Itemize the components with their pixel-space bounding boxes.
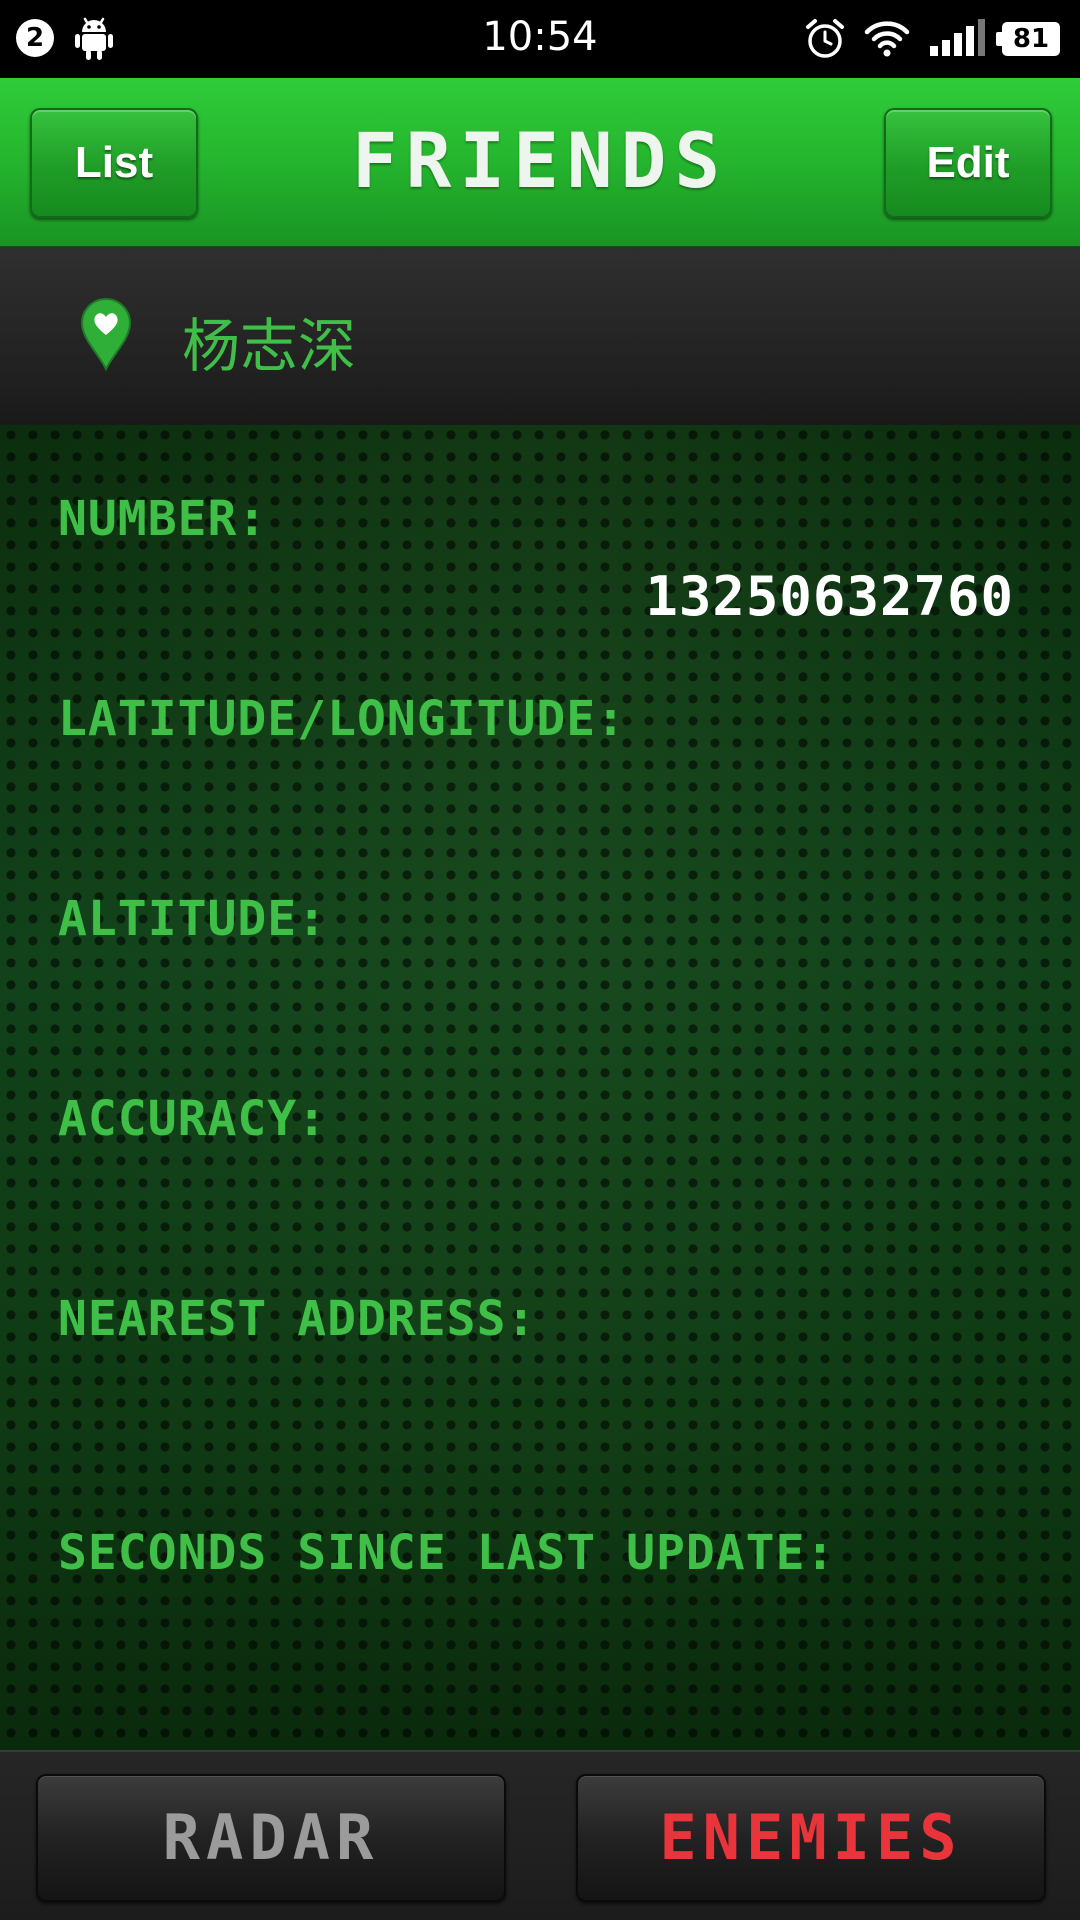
list-button[interactable]: List: [30, 108, 198, 218]
alarm-icon: [806, 19, 844, 58]
edit-button[interactable]: Edit: [884, 108, 1052, 218]
latitude-longitude-label: LATITUDE/LONGITUDE:: [58, 691, 627, 747]
bottom-nav-bar: RADAR ENEMIES: [0, 1750, 1080, 1920]
contact-row: 杨志深: [0, 247, 1080, 425]
status-clock: 10:54: [482, 14, 598, 60]
friend-detail-screen: 2 10:54 81 List FRIENDS Edit 杨志深 NUMBER:…: [0, 0, 1080, 1920]
signal-icon: [930, 19, 985, 56]
battery-level: 81: [1012, 24, 1050, 54]
altitude-label: ALTITUDE:: [58, 891, 328, 947]
contact-name: 杨志深: [182, 312, 357, 380]
detail-panel: NUMBER: 13250632760 LATITUDE/LONGITUDE: …: [0, 425, 1080, 1750]
wifi-icon: [864, 21, 910, 57]
heart-pin-icon: [80, 298, 132, 371]
status-bar: 2 10:54 81: [0, 0, 1080, 78]
seconds-since-update-label: SECONDS SINCE LAST UPDATE:: [58, 1525, 836, 1581]
enemies-button[interactable]: ENEMIES: [576, 1774, 1046, 1902]
header-bar: List FRIENDS Edit: [0, 78, 1080, 247]
radar-button[interactable]: RADAR: [36, 1774, 506, 1902]
accuracy-label: ACCURACY:: [58, 1091, 328, 1147]
nearest-address-label: NEAREST ADDRESS:: [58, 1291, 537, 1347]
page-title: FRIENDS: [351, 116, 729, 205]
number-value: 13250632760: [645, 565, 1014, 628]
number-label: NUMBER:: [58, 491, 268, 547]
battery-icon: 81: [996, 22, 1060, 56]
